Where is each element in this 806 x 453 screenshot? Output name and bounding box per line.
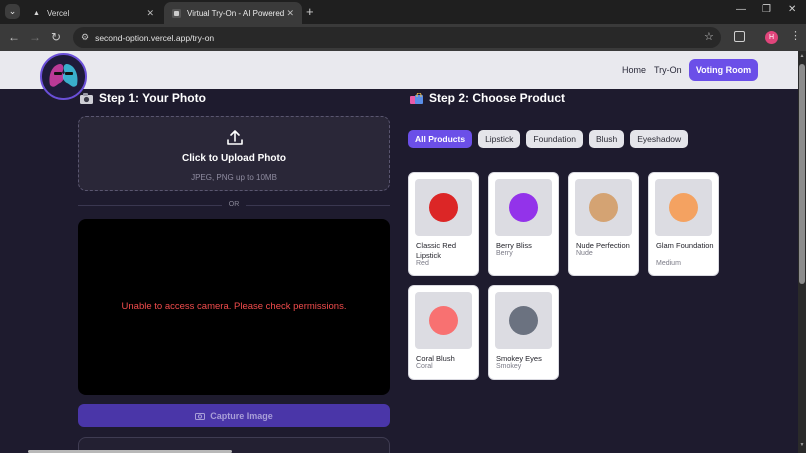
product-swatch	[509, 193, 538, 222]
tryon-favicon-icon	[172, 8, 181, 18]
voting-room-button[interactable]: Voting Room	[689, 59, 758, 81]
browser-toolbar: ← → ↻ ⚙ second-option.vercel.app/try-on …	[0, 24, 806, 51]
filter-all-products[interactable]: All Products	[408, 130, 473, 148]
address-bar[interactable]: ⚙ second-option.vercel.app/try-on	[73, 27, 721, 48]
bookmark-star-icon[interactable]: ☆	[704, 30, 714, 43]
capture-label: Capture Image	[210, 410, 273, 421]
product-card-classic-red-lipstick[interactable]: Classic Red Lipstick Red	[408, 172, 479, 276]
restore-icon[interactable]: ❐	[762, 4, 771, 15]
browser-tabstrip: ⌄ ▲ Vercel ✕ Virtual Try-On - AI Powered…	[0, 0, 806, 24]
tab-virtual-try-on[interactable]: Virtual Try-On - AI Powered ✕	[164, 2, 302, 24]
scroll-up-arrow-icon[interactable]: ▲	[798, 53, 806, 59]
extensions-puzzle-icon[interactable]	[734, 31, 745, 42]
forward-arrow-icon[interactable]: →	[29, 30, 41, 44]
step2-title-text: Step 2: Choose Product	[429, 91, 566, 105]
new-tab-plus-icon[interactable]: +	[306, 4, 314, 19]
tab-close-icon[interactable]: ✕	[146, 8, 154, 19]
scrollbar-thumb[interactable]	[799, 64, 805, 284]
vertical-scrollbar[interactable]: ▲ ▼	[798, 51, 806, 453]
step2-title: Step 2: Choose Product	[410, 91, 565, 105]
camera-preview: Unable to access camera. Please check pe…	[78, 219, 390, 395]
tab-title: Vercel	[47, 8, 70, 18]
address-url: second-option.vercel.app/try-on	[95, 32, 215, 43]
step1-title: Step 1: Your Photo	[80, 91, 206, 105]
product-shade: Coral	[416, 363, 433, 370]
page-viewport: Home Try-On Voting Room Step 1: Your Pho…	[0, 51, 798, 453]
product-card-glam-foundation[interactable]: Glam Foundation Medium	[648, 172, 719, 276]
product-card-nude-perfection[interactable]: Nude Perfection Nude	[568, 172, 639, 276]
faces-logo-icon	[42, 55, 85, 98]
product-name: Glam Foundation	[656, 241, 714, 250]
filter-eyeshadow[interactable]: Eyeshadow	[630, 130, 689, 148]
upload-icon	[227, 130, 243, 145]
tab-search-chevron-icon[interactable]: ⌄	[5, 4, 20, 19]
swatch-background	[415, 179, 472, 236]
swatch-background	[495, 292, 552, 349]
reload-icon[interactable]: ↻	[51, 30, 61, 44]
or-divider-label: OR	[228, 201, 240, 208]
product-shade: Medium	[656, 260, 681, 267]
vercel-triangle-icon: ▲	[33, 9, 40, 17]
product-name: Classic Red Lipstick	[416, 241, 457, 260]
product-shade: Smokey	[496, 363, 522, 370]
product-swatch	[509, 306, 538, 335]
filter-lipstick[interactable]: Lipstick	[478, 130, 521, 148]
photo-upload-dropzone[interactable]: Click to Upload Photo JPEG, PNG up to 10…	[78, 116, 390, 191]
swatch-background	[655, 179, 712, 236]
filter-foundation[interactable]: Foundation	[526, 130, 583, 148]
site-navbar: Home Try-On Voting Room	[0, 51, 798, 89]
product-filter-bar: All Products Lipstick Foundation Blush E…	[408, 130, 689, 148]
upload-hint: JPEG, PNG up to 10MB	[191, 173, 277, 182]
browser-menu-icon[interactable]: ⋮	[790, 29, 801, 42]
site-settings-icon[interactable]: ⚙	[81, 32, 89, 43]
site-logo[interactable]	[40, 53, 87, 100]
product-shade: Nude	[576, 250, 593, 257]
product-shade: Berry	[496, 250, 513, 257]
profile-avatar[interactable]: H	[765, 31, 778, 44]
filter-blush[interactable]: Blush	[588, 130, 625, 148]
tab-close-icon[interactable]: ✕	[286, 8, 294, 19]
scroll-down-arrow-icon[interactable]: ▼	[798, 442, 806, 448]
step1-title-text: Step 1: Your Photo	[99, 91, 206, 105]
camera-icon	[195, 412, 206, 420]
capture-image-button[interactable]: Capture Image	[78, 404, 390, 427]
swatch-background	[415, 292, 472, 349]
product-swatch	[589, 193, 618, 222]
window-close-icon[interactable]: ✕	[788, 4, 796, 15]
product-card-coral-blush[interactable]: Coral Blush Coral	[408, 285, 479, 380]
nav-link-try-on[interactable]: Try-On	[654, 65, 682, 75]
camera-error-message: Unable to access camera. Please check pe…	[121, 301, 347, 312]
product-swatch	[429, 306, 458, 335]
or-divider-left	[78, 205, 222, 206]
tab-title: Virtual Try-On - AI Powered	[187, 8, 285, 18]
minimize-icon[interactable]: —	[736, 4, 746, 15]
nav-link-home[interactable]: Home	[622, 65, 646, 75]
camera-emoji-icon	[80, 92, 93, 104]
product-swatch	[429, 193, 458, 222]
swatch-background	[575, 179, 632, 236]
back-arrow-icon[interactable]: ←	[8, 30, 20, 44]
product-shade: Red	[416, 260, 429, 267]
swatch-background	[495, 179, 552, 236]
or-divider-right	[246, 205, 390, 206]
shopping-bags-emoji-icon	[410, 92, 423, 104]
product-swatch	[669, 193, 698, 222]
product-card-berry-bliss[interactable]: Berry Bliss Berry	[488, 172, 559, 276]
upload-title: Click to Upload Photo	[182, 153, 286, 164]
tab-vercel[interactable]: ▲ Vercel ✕	[24, 2, 162, 24]
product-card-smokey-eyes[interactable]: Smokey Eyes Smokey	[488, 285, 559, 380]
